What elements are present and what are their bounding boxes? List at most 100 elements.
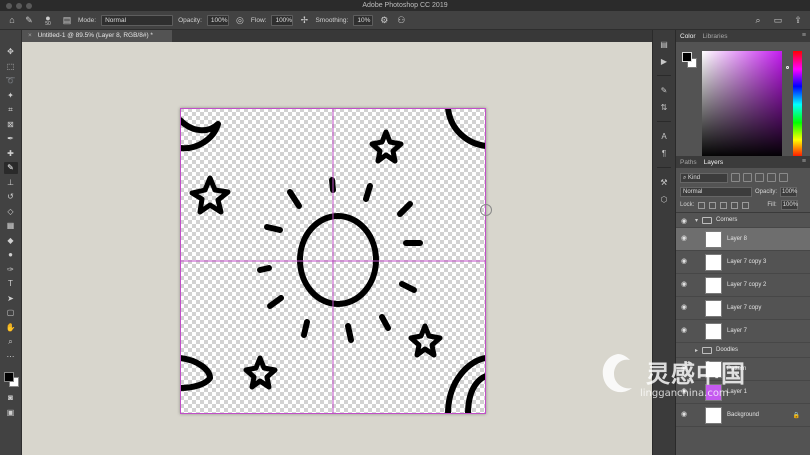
hue-slider[interactable] — [793, 51, 802, 158]
brush-settings-icon[interactable]: ▤ — [61, 14, 73, 26]
chevron-down-icon[interactable]: ▾ — [695, 217, 698, 224]
properties-panel-icon[interactable]: ⚒ — [657, 176, 671, 188]
visibility-eye-icon[interactable]: ◉ — [681, 327, 689, 334]
flow-input[interactable]: 100% — [271, 14, 294, 26]
foreground-color-swatch[interactable] — [682, 52, 692, 62]
move-tool-icon[interactable]: ✥ — [4, 46, 18, 58]
visibility-eye-icon[interactable]: ◉ — [681, 411, 689, 418]
visibility-eye-icon[interactable]: ◉ — [681, 304, 689, 311]
lock-icon[interactable]: 🔒 — [793, 412, 800, 419]
character-panel-icon[interactable]: A — [657, 130, 671, 142]
gradient-tool-icon[interactable]: ▦ — [4, 220, 18, 232]
filter-adjustment-icon[interactable] — [743, 173, 752, 182]
frame-tool-icon[interactable]: ⊠ — [4, 119, 18, 131]
brushes-panel-icon[interactable]: ✎ — [657, 84, 671, 96]
color-panel-swatches[interactable] — [682, 52, 700, 72]
document-tab[interactable]: × Untitled-1 @ 89.5% (Layer 8, RGB/8#) * — [22, 30, 172, 42]
layer-group-corners[interactable]: ◉ ▾ Corners — [676, 213, 810, 228]
color-swatches[interactable] — [3, 371, 19, 389]
crop-tool-icon[interactable]: ⌗ — [4, 104, 18, 116]
panel-menu-icon[interactable]: ≡ — [802, 32, 806, 39]
layer-group-doodles[interactable]: ▸ Doodles — [676, 343, 810, 358]
visibility-eye-icon[interactable]: ◉ — [681, 281, 689, 288]
lock-artboard-icon[interactable] — [731, 201, 739, 209]
brush-tool-icon[interactable]: ✎ — [3, 162, 18, 174]
filter-shape-icon[interactable] — [767, 173, 776, 182]
lock-all-icon[interactable] — [742, 201, 750, 209]
layer-row-pattern[interactable]: ◉ Pattern — [676, 358, 810, 381]
brush-preset-picker[interactable]: ● 50 — [40, 13, 56, 26]
3d-panel-icon[interactable]: ⬡ — [657, 193, 671, 205]
close-tab-icon[interactable]: × — [28, 32, 32, 39]
magic-wand-tool-icon[interactable]: ✦ — [4, 90, 18, 102]
filter-pixel-icon[interactable] — [731, 173, 740, 182]
smoothing-options-gear-icon[interactable]: ⚙ — [378, 14, 390, 26]
visibility-eye-icon[interactable]: ◉ — [681, 258, 689, 265]
paragraph-panel-icon[interactable]: ¶ — [657, 147, 671, 159]
mode-select[interactable]: Normal — [101, 14, 174, 26]
visibility-eye-icon[interactable]: ◉ — [681, 365, 689, 372]
foreground-color-swatch[interactable] — [3, 372, 14, 382]
chevron-right-icon[interactable]: ▸ — [695, 347, 698, 354]
panel-menu-icon[interactable]: ≡ — [802, 158, 806, 165]
home-icon[interactable]: ⌂ — [6, 14, 18, 26]
quick-mask-icon[interactable]: ◙ — [4, 392, 18, 404]
opacity-input[interactable]: 100% — [206, 14, 229, 26]
filter-type-icon[interactable] — [755, 173, 764, 182]
history-panel-icon[interactable]: ▤ — [657, 38, 671, 50]
history-brush-tool-icon[interactable]: ↺ — [4, 191, 18, 203]
document-canvas[interactable] — [180, 108, 486, 414]
tab-libraries[interactable]: Libraries — [703, 33, 728, 40]
hand-tool-icon[interactable]: ✋ — [4, 322, 18, 334]
saturation-value-field[interactable] — [702, 51, 782, 158]
eyedropper-tool-icon[interactable]: ✒ — [4, 133, 18, 145]
layer-row-layer-8[interactable]: ◉ Layer 8 — [676, 228, 810, 251]
pressure-opacity-icon[interactable]: ◎ — [234, 14, 246, 26]
lasso-tool-icon[interactable]: ➰ — [4, 75, 18, 87]
tab-paths[interactable]: Paths — [680, 159, 697, 166]
filter-smart-object-icon[interactable] — [779, 173, 788, 182]
layer-opacity-input[interactable]: 100% — [780, 186, 797, 197]
layer-row-background[interactable]: ◉ Background 🔒 — [676, 404, 810, 427]
dodge-tool-icon[interactable]: ● — [4, 249, 18, 261]
minimize-window-button[interactable] — [16, 3, 22, 9]
layer-row-layer-7-copy[interactable]: ◉ Layer 7 copy — [676, 297, 810, 320]
zoom-window-button[interactable] — [26, 3, 32, 9]
layer-row-layer-7-copy-2[interactable]: ◉ Layer 7 copy 2 — [676, 274, 810, 297]
blend-mode-select[interactable]: Normal — [680, 186, 752, 197]
lock-transparent-icon[interactable] — [698, 201, 706, 209]
search-icon[interactable]: ⌕ — [752, 14, 764, 26]
screen-mode-icon[interactable]: ▣ — [4, 407, 18, 419]
more-tools-icon[interactable]: ⋯ — [4, 351, 18, 363]
actions-panel-icon[interactable]: ▶ — [657, 55, 671, 67]
share-icon[interactable]: ⇪ — [792, 14, 804, 26]
adjustments-panel-icon[interactable]: ⇅ — [657, 101, 671, 113]
blur-tool-icon[interactable]: ◆ — [4, 235, 18, 247]
layer-row-layer-7-copy-3[interactable]: ◉ Layer 7 copy 3 — [676, 251, 810, 274]
workspace-icon[interactable]: ▭ — [772, 14, 784, 26]
marquee-tool-icon[interactable]: ⬚ — [4, 61, 18, 73]
lock-image-icon[interactable] — [709, 201, 717, 209]
layer-row-layer-1[interactable]: ◉ Layer 1 — [676, 381, 810, 404]
pen-tool-icon[interactable]: ✑ — [4, 264, 18, 276]
layer-row-layer-7[interactable]: ◉ Layer 7 — [676, 320, 810, 343]
color-picker-marker[interactable] — [786, 66, 789, 69]
fill-input[interactable]: 100% — [780, 200, 798, 210]
visibility-eye-icon[interactable]: ◉ — [681, 217, 687, 225]
visibility-eye-icon[interactable]: ◉ — [681, 235, 689, 242]
stamp-tool-icon[interactable]: ⊥ — [4, 177, 18, 189]
filter-kind-select[interactable]: ⌕ Kind — [680, 172, 728, 183]
type-tool-icon[interactable]: T — [4, 278, 18, 290]
brush-tool-preset-icon[interactable]: ✎ — [23, 14, 35, 26]
path-select-tool-icon[interactable]: ➤ — [4, 293, 18, 305]
tab-layers[interactable]: Layers — [704, 159, 724, 166]
window-controls[interactable] — [6, 3, 32, 9]
airbrush-icon[interactable]: ✢ — [298, 14, 310, 26]
smoothing-input[interactable]: 10% — [353, 14, 374, 26]
lock-position-icon[interactable] — [720, 201, 728, 209]
symmetry-icon[interactable]: ⚇ — [395, 14, 407, 26]
eraser-tool-icon[interactable]: ◇ — [4, 206, 18, 218]
close-window-button[interactable] — [6, 3, 12, 9]
shape-tool-icon[interactable]: ▢ — [4, 307, 18, 319]
healing-tool-icon[interactable]: ✚ — [4, 148, 18, 160]
